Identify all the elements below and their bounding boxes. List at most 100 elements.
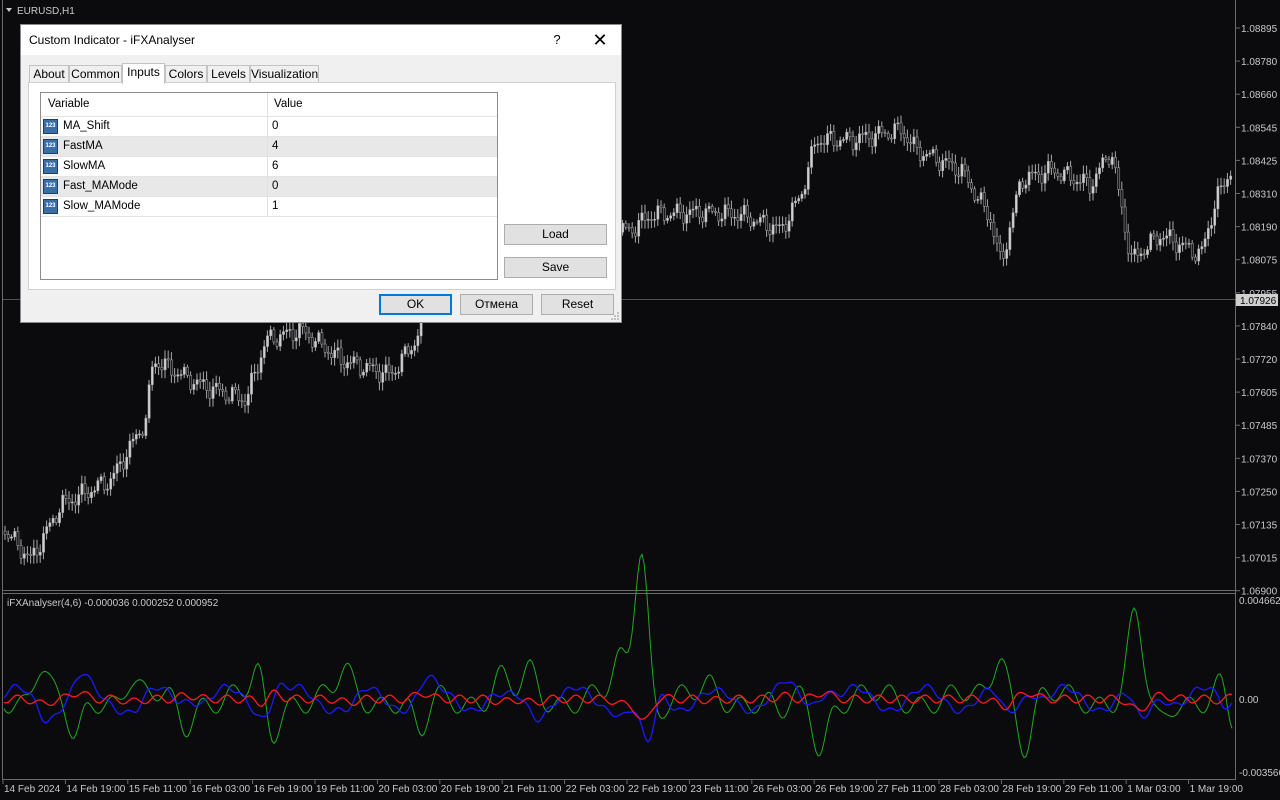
price-label: 1.07605 [1241,388,1278,399]
candle-body [717,212,721,222]
candle-body [291,329,295,342]
candle-body [224,390,228,401]
candle-body [790,202,794,222]
price-label: 1.08895 [1241,24,1278,35]
input-name: MA_Shift [63,120,110,132]
candle-body [310,337,314,348]
input-row[interactable]: 123 MA_Shift 0 [41,117,497,137]
candle-body [1197,248,1201,262]
input-value[interactable]: 6 [272,160,278,172]
time-label: 28 Feb 03:00 [940,784,999,795]
candle-body [166,358,170,361]
candle-body [1059,175,1063,182]
candle-body [112,472,116,479]
tab-levels[interactable]: Levels [207,65,250,83]
candle-body [749,216,753,227]
candle-body [182,366,186,375]
candle-body [1158,239,1162,246]
candle-body [218,382,221,390]
input-value[interactable]: 0 [272,180,278,192]
candle-body [54,518,58,523]
candle-body [67,498,71,504]
candle-body [861,133,865,136]
candle-body [966,170,970,183]
candle-body [829,130,833,134]
close-icon[interactable]: ✕ [587,28,613,52]
candle-body [714,211,717,213]
candle-body [240,400,244,402]
price-label: 1.08310 [1241,190,1278,201]
candle-body [282,331,285,335]
ok-button[interactable]: OK [379,294,452,315]
candle-body [995,236,999,244]
candle-body [141,433,145,436]
tab-about[interactable]: About [29,65,69,83]
candle-body [1219,185,1223,188]
candle-body [730,208,733,218]
save-button[interactable]: Save [504,257,607,278]
time-label: 22 Feb 19:00 [628,784,687,795]
candle-body [736,217,740,221]
candle-body [899,122,903,135]
input-row[interactable]: 123 SlowMA 6 [41,157,497,177]
tab-visualization[interactable]: Visualization [250,65,319,83]
candle-body [1190,243,1194,258]
candle-body [694,205,698,210]
header-variable[interactable]: Variable [48,98,89,110]
candle-body [698,205,701,218]
candle-body [787,220,791,232]
candle-body [403,346,407,355]
resize-grip-icon[interactable] [611,312,619,320]
candle-body [1203,238,1207,247]
reset-button[interactable]: Reset [541,294,614,315]
candle-body [810,146,813,168]
candle-body [931,149,935,154]
candle-body [893,123,897,139]
candle-body [726,204,730,210]
candle-body [256,371,260,374]
candle-body [330,353,333,359]
cancel-button[interactable]: Отмена [460,294,533,315]
candle-body [934,149,938,163]
header-value[interactable]: Value [274,98,303,110]
candle-body [176,374,180,377]
candle-body [352,356,356,363]
input-row[interactable]: 123 Fast_MAMode 0 [41,177,497,197]
candle-body [944,158,948,161]
tab-common[interactable]: Common [69,65,122,83]
candle-body [195,379,199,385]
number-type-icon: 123 [43,119,58,134]
candle-body [202,379,205,382]
tab-inputs[interactable]: Inputs [122,63,165,84]
candle-body [669,215,673,219]
candle-body [624,222,628,228]
current-price-tag: 1.07926 [1236,294,1278,307]
candle-body [963,163,967,172]
tab-colors[interactable]: Colors [165,65,207,83]
candle-body [643,212,647,221]
indicator-label: iFXAnalyser(4,6) -0.000036 0.000252 0.00… [7,598,219,609]
candle-body [883,132,887,134]
price-label: 1.08545 [1241,123,1278,134]
candle-body [170,359,173,376]
candle-body [3,530,7,535]
price-label: 1.08425 [1241,156,1278,167]
candle-body [739,214,743,221]
input-value[interactable]: 4 [272,140,278,152]
input-name: Fast_MAMode [63,180,138,192]
help-button[interactable]: ? [547,30,567,50]
input-value[interactable]: 1 [272,200,278,212]
input-value[interactable]: 0 [272,120,278,132]
candle-body [227,399,231,402]
candle-body [1027,171,1031,186]
candle-body [253,371,257,374]
input-row[interactable]: 123 Slow_MAMode 1 [41,197,497,217]
current-price: 1.07926 [1240,296,1277,307]
candle-body [973,188,977,201]
input-row[interactable]: 123 FastMA 4 [41,137,497,157]
candle-body [854,142,858,150]
load-button[interactable]: Load [504,224,607,245]
candle-body [186,366,189,376]
candle-body [269,329,273,337]
time-label: 29 Feb 11:00 [1065,784,1124,795]
